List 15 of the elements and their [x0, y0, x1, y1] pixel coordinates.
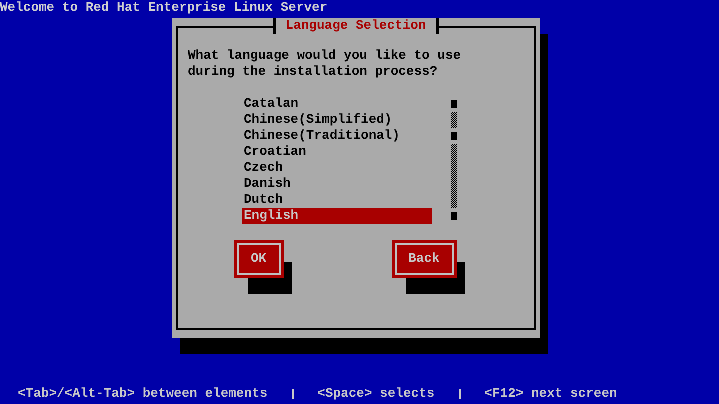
language-option[interactable]: Czech	[242, 160, 432, 176]
language-option[interactable]: Danish	[242, 176, 432, 192]
scrollbar-drawing[interactable]	[451, 100, 457, 220]
screen-title: Welcome to Red Hat Enterprise Linux Server	[0, 0, 329, 16]
key-hint: <Tab>/<Alt-Tab> between elements	[18, 386, 268, 402]
key-hint: <F12> next screen	[484, 386, 618, 402]
language-option[interactable]: Croatian	[242, 144, 432, 160]
dialog-title: Language Selection	[272, 18, 440, 34]
language-option[interactable]: Dutch	[242, 192, 432, 208]
language-option[interactable]: Chinese(Traditional)	[242, 128, 432, 144]
language-option[interactable]: English	[242, 208, 432, 224]
language-option[interactable]: Catalan	[242, 96, 432, 112]
language-option[interactable]: Chinese(Simplified)	[242, 112, 432, 128]
prompt-text: What language would you like to use during the installation process?	[188, 48, 462, 80]
key-hint: <Space> selects	[318, 386, 435, 402]
